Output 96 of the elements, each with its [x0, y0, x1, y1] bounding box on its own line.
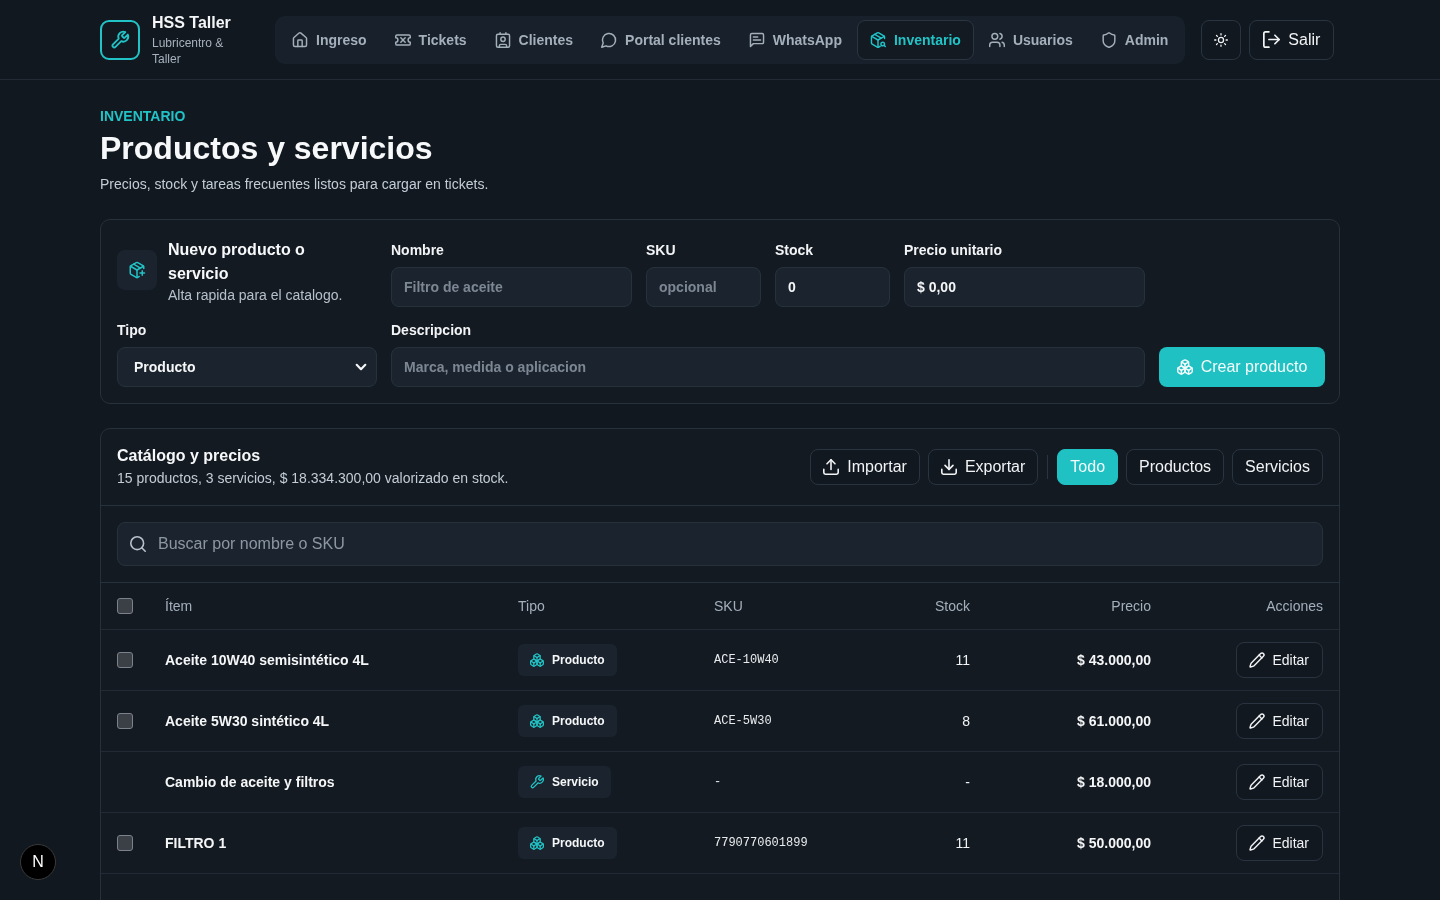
nav-tab[interactable]: Ingreso — [279, 19, 380, 60]
price-cell: $ 18.000,00 — [1077, 774, 1151, 790]
import-button[interactable]: Importar — [810, 448, 920, 485]
price-cell: $ 43.000,00 — [1077, 652, 1151, 668]
row-checkbox[interactable] — [117, 835, 133, 851]
package-search-icon — [869, 31, 886, 48]
filter-tab[interactable]: Servicios — [1232, 448, 1323, 485]
column-header: Ítem — [165, 598, 194, 614]
stock-cell: 11 — [955, 652, 970, 668]
item-name: Cambio de aceite y filtros — [165, 774, 336, 790]
section-eyebrow: INVENTARIO — [100, 107, 187, 125]
sku-cell-text: 7790770601899 — [714, 836, 809, 850]
price-cell: $ 50.000,00 — [1077, 835, 1151, 851]
boxes-icon — [1176, 359, 1193, 375]
chevron-down-icon — [356, 364, 366, 370]
logout-button[interactable]: Salir — [1249, 19, 1335, 60]
field-label: SKU — [646, 241, 677, 259]
description-input[interactable]: Marca, medida o aplicacion — [391, 347, 1145, 387]
field-label: Stock — [775, 241, 815, 259]
dev-tools-button[interactable]: N — [20, 844, 56, 880]
row-checkbox[interactable] — [117, 652, 133, 668]
stock-cell: - — [965, 774, 970, 790]
nav-tab[interactable]: Portal clientes — [588, 19, 734, 60]
boxes-icon — [530, 653, 544, 667]
nav-tab[interactable]: WhatsApp — [735, 19, 855, 60]
stock-input[interactable]: 0 — [775, 267, 890, 307]
select-all-checkbox[interactable] — [117, 598, 133, 614]
edit-button[interactable]: Editar — [1236, 764, 1323, 800]
boxes-icon — [530, 714, 544, 728]
price-cell: $ 61.000,00 — [1077, 713, 1151, 729]
upload-icon — [823, 458, 840, 475]
nav-tab[interactable]: Tickets — [381, 19, 480, 60]
message-icon — [748, 31, 765, 48]
page-subtitle: Precios, stock y tareas frecuentes listos para cargar en tickets. — [100, 175, 490, 193]
sku-cell-text: ACE-5W30 — [714, 714, 773, 728]
edit-button[interactable]: Editar — [1236, 642, 1323, 678]
search-icon — [130, 536, 146, 552]
row-checkbox[interactable] — [117, 713, 133, 729]
chat-bubble-icon — [601, 31, 618, 48]
nav-tab[interactable]: Admin — [1087, 19, 1182, 60]
column-header: Stock — [935, 598, 970, 614]
field-label: Precio unitario — [904, 241, 1004, 259]
column-header: Acciones — [1266, 598, 1323, 614]
nav-tab[interactable]: Inventario — [856, 19, 974, 60]
item-name: FILTRO 1 — [165, 835, 228, 851]
item-name: Aceite 5W30 sintético 4L — [165, 713, 331, 729]
column-header: Precio — [1111, 598, 1151, 614]
page-title: Productos y servicios — [100, 129, 434, 167]
nav-tab[interactable]: Usuarios — [975, 19, 1086, 60]
pencil-icon — [1250, 836, 1265, 850]
edit-button[interactable]: Editar — [1236, 703, 1323, 739]
contact-card-icon — [494, 31, 511, 48]
stock-cell: 8 — [962, 713, 970, 729]
name-input[interactable]: Filtro de aceite — [391, 267, 632, 307]
sun-icon — [1214, 32, 1229, 47]
download-icon — [940, 458, 957, 475]
column-header: SKU — [714, 598, 744, 614]
sku-cell-text: - — [714, 775, 723, 789]
item-name: Aceite 10W40 semisintético 4L — [165, 652, 370, 668]
theme-toggle-button[interactable] — [1201, 19, 1242, 60]
search-field[interactable]: Buscar por nombre o SKU — [117, 522, 1323, 566]
home-icon — [292, 31, 308, 48]
price-input[interactable]: $ 0,00 — [904, 267, 1145, 307]
sku-input[interactable]: opcional — [646, 267, 761, 307]
pencil-icon — [1250, 653, 1265, 667]
type-select[interactable]: Producto — [117, 347, 377, 387]
sku-cell-text: ACE-10W40 — [714, 653, 780, 667]
stock-cell: 11 — [955, 835, 970, 851]
ticket-icon — [394, 31, 411, 48]
brand-tagline: Lubricentro & Taller — [152, 34, 225, 67]
pencil-icon — [1250, 714, 1265, 728]
users-icon — [988, 31, 1005, 48]
wrench-icon — [530, 775, 544, 789]
edit-button[interactable]: Editar — [1236, 825, 1323, 861]
wrench-logo-icon — [100, 19, 140, 60]
field-label: Tipo — [117, 321, 148, 339]
type-badge: Producto — [518, 827, 617, 859]
type-badge: Producto — [518, 644, 617, 676]
type-badge: Servicio — [518, 766, 611, 798]
shield-icon — [1100, 31, 1117, 48]
field-label: Descripcion — [391, 321, 473, 339]
nav-tab[interactable]: Clientes — [481, 19, 587, 60]
field-label: Nombre — [391, 241, 445, 259]
logout-icon — [1263, 31, 1281, 48]
export-button[interactable]: Exportar — [927, 448, 1039, 485]
pencil-icon — [1250, 775, 1265, 789]
package-plus-icon — [117, 250, 157, 290]
column-header: Tipo — [518, 598, 546, 614]
boxes-icon — [530, 836, 544, 850]
form-title: Nuevo producto o servicio — [168, 240, 306, 284]
catalog-title: Catálogo y precios — [117, 446, 262, 466]
type-badge: Producto — [518, 705, 617, 737]
filter-tab[interactable]: Productos — [1126, 448, 1225, 485]
form-subtitle: Alta rapida para el catalogo. — [168, 286, 343, 304]
brand-name: HSS Taller — [152, 12, 232, 33]
catalog-summary: 15 productos, 3 servicios, $ 18.334.300,00 valorizado en stock. — [117, 469, 509, 487]
